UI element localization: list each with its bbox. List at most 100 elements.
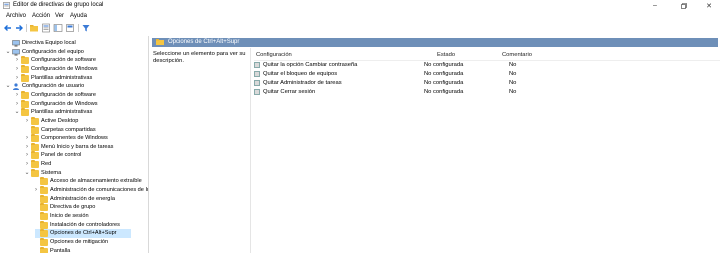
chevron-down-icon[interactable]: ⌄ bbox=[5, 48, 11, 56]
tree-item[interactable]: ⌄ Plantillas administrativas bbox=[0, 108, 148, 117]
tree-item[interactable]: Opciones de Ctrl+Alt+Supr bbox=[35, 229, 131, 239]
folder-icon bbox=[31, 134, 39, 143]
menu-ayuda[interactable]: Ayuda bbox=[70, 13, 87, 19]
menu-ver[interactable]: Ver bbox=[55, 13, 64, 19]
menu-accion[interactable]: Acción bbox=[32, 13, 50, 19]
tree-item[interactable]: › Configuración de software bbox=[0, 56, 148, 65]
minimize-button[interactable]: – bbox=[642, 0, 668, 11]
tree-item-label: Componentes de Windows bbox=[41, 135, 108, 142]
tree-item[interactable]: › Active Desktop bbox=[0, 116, 148, 126]
tree-item-label: Plantillas administrativas bbox=[31, 74, 93, 81]
tree-item-label: Panel de control bbox=[41, 152, 82, 159]
tree-item-label: Directiva Equipo local bbox=[22, 40, 76, 46]
policy-name: Quitar Cerrar sesión bbox=[263, 89, 316, 95]
chevron-right-icon[interactable]: › bbox=[24, 143, 30, 151]
tree-item[interactable]: Administración de energía bbox=[0, 194, 148, 204]
tree-item[interactable]: Opciones de mitigación bbox=[0, 237, 148, 247]
policy-comment: No bbox=[509, 71, 517, 77]
tree-item-label: Opciones de Ctrl+Alt+Supr bbox=[50, 230, 117, 237]
policy-setting-icon bbox=[254, 62, 260, 68]
tree-item[interactable]: Instalación de controladores bbox=[0, 220, 148, 230]
title-bar: Editor de directivas de grupo local – ✕ bbox=[0, 0, 720, 11]
chevron-right-icon[interactable]: › bbox=[14, 65, 20, 73]
chevron-right-icon[interactable]: › bbox=[24, 160, 30, 168]
policy-row[interactable]: Quitar Cerrar sesión No configurada No bbox=[254, 88, 720, 97]
chevron-right-icon[interactable]: › bbox=[24, 134, 30, 142]
chevron-down-icon[interactable]: ⌄ bbox=[24, 169, 30, 177]
chevron-right-icon[interactable]: › bbox=[14, 74, 20, 82]
policy-row[interactable]: Quitar la opción Cambiar contraseña No co… bbox=[254, 61, 720, 70]
folder-icon bbox=[40, 220, 48, 229]
computer-icon bbox=[12, 40, 20, 47]
folder-icon bbox=[40, 203, 48, 212]
folder-icon bbox=[40, 237, 48, 246]
forward-icon[interactable] bbox=[14, 23, 24, 33]
tree-item-label: Configuración de software bbox=[31, 91, 96, 98]
tree-item[interactable]: › Componentes de Windows bbox=[0, 134, 148, 143]
chevron-right-icon[interactable]: › bbox=[33, 186, 39, 194]
path-header: Opciones de Ctrl+Alt+Supr bbox=[152, 38, 718, 47]
tree-item[interactable]: Pantalla bbox=[0, 246, 148, 253]
folder-up-icon[interactable] bbox=[29, 23, 39, 33]
help-icon[interactable] bbox=[65, 23, 75, 33]
tree-item-label: Configuración de usuario bbox=[22, 83, 85, 90]
tree-item[interactable]: Directiva Equipo local bbox=[0, 39, 148, 48]
folder-icon bbox=[31, 168, 39, 177]
folder-icon bbox=[31, 142, 39, 151]
tree-item-label: Configuración del equipo bbox=[22, 48, 84, 55]
tree-item[interactable]: ⌄ Configuración de usuario bbox=[0, 82, 148, 91]
tree-item[interactable]: › Plantillas administrativas bbox=[0, 73, 148, 83]
policy-state: No configurada bbox=[424, 89, 464, 95]
tree-item[interactable]: Inicio de sesión bbox=[0, 212, 148, 221]
tree-item[interactable]: › Menú Inicio y barra de tareas bbox=[0, 142, 148, 152]
tree-item[interactable]: Carpetas compartidas bbox=[0, 125, 148, 135]
tree-item[interactable]: ⌄ Sistema bbox=[0, 168, 148, 178]
policy-setting-icon bbox=[254, 71, 260, 77]
chevron-right-icon[interactable]: › bbox=[14, 100, 20, 108]
tree-item-label: Directiva de grupo bbox=[50, 204, 96, 211]
tree-item[interactable]: › Administración de comunicaciones de Ir bbox=[0, 186, 148, 195]
description-text: Seleccione un elemento para ver su descr… bbox=[153, 51, 246, 64]
column-header-setting[interactable]: Configuración bbox=[256, 52, 292, 58]
menu-archivo[interactable]: Archivo bbox=[6, 13, 26, 19]
properties-icon[interactable] bbox=[41, 23, 51, 33]
tree-item[interactable]: Directiva de grupo bbox=[0, 203, 148, 212]
tree-item[interactable]: Acceso de almacenamiento extraíble bbox=[0, 177, 148, 186]
policy-comment: No bbox=[509, 89, 517, 95]
policy-row[interactable]: Quitar Administrador de tareas No configu… bbox=[254, 79, 720, 88]
tree-item[interactable]: › Configuración de software bbox=[0, 90, 148, 100]
folder-icon bbox=[21, 99, 29, 108]
show-hide-tree-icon[interactable] bbox=[53, 23, 63, 33]
tree-item-label: Acceso de almacenamiento extraíble bbox=[50, 178, 142, 185]
column-header-comment[interactable]: Comentario bbox=[502, 52, 532, 58]
chevron-down-icon[interactable]: ⌄ bbox=[5, 82, 11, 90]
chevron-right-icon[interactable]: › bbox=[14, 56, 20, 64]
tree-item[interactable]: › Configuración de Windows bbox=[0, 64, 148, 74]
folder-icon bbox=[31, 116, 39, 125]
navigation-tree: Directiva Equipo local ⌄ Configuración del… bbox=[0, 36, 149, 253]
tree-item[interactable]: › Panel de control bbox=[0, 151, 148, 160]
tree-item-label: Red bbox=[41, 161, 52, 168]
tree-item-label: Opciones de mitigación bbox=[50, 238, 109, 245]
maximize-button[interactable] bbox=[671, 0, 697, 11]
chevron-right-icon[interactable]: › bbox=[24, 151, 30, 159]
policy-name: Quitar Administrador de tareas bbox=[263, 80, 342, 86]
chevron-down-icon[interactable]: ⌄ bbox=[14, 108, 20, 116]
tree-item-label: Administración de comunicaciones de Ir bbox=[50, 187, 149, 194]
tree-item-label: Configuración de software bbox=[31, 57, 96, 64]
folder-icon bbox=[31, 160, 39, 169]
tree-item[interactable]: › Configuración de Windows bbox=[0, 99, 148, 109]
close-button[interactable]: ✕ bbox=[696, 0, 720, 11]
policy-row[interactable]: Quitar el bloqueo de equipos No configura… bbox=[254, 70, 720, 79]
tree-item[interactable]: ⌄ Configuración del equipo bbox=[0, 48, 148, 57]
policy-comment: No bbox=[509, 80, 517, 86]
folder-icon bbox=[31, 125, 39, 134]
policy-setting-icon bbox=[254, 80, 260, 86]
filter-icon[interactable] bbox=[81, 23, 91, 33]
folder-icon bbox=[21, 56, 29, 65]
tree-item[interactable]: › Red bbox=[0, 160, 148, 169]
column-header-state[interactable]: Estado bbox=[437, 52, 455, 58]
back-icon[interactable] bbox=[3, 23, 13, 33]
chevron-right-icon[interactable]: › bbox=[14, 91, 20, 99]
chevron-right-icon[interactable]: › bbox=[24, 117, 30, 125]
